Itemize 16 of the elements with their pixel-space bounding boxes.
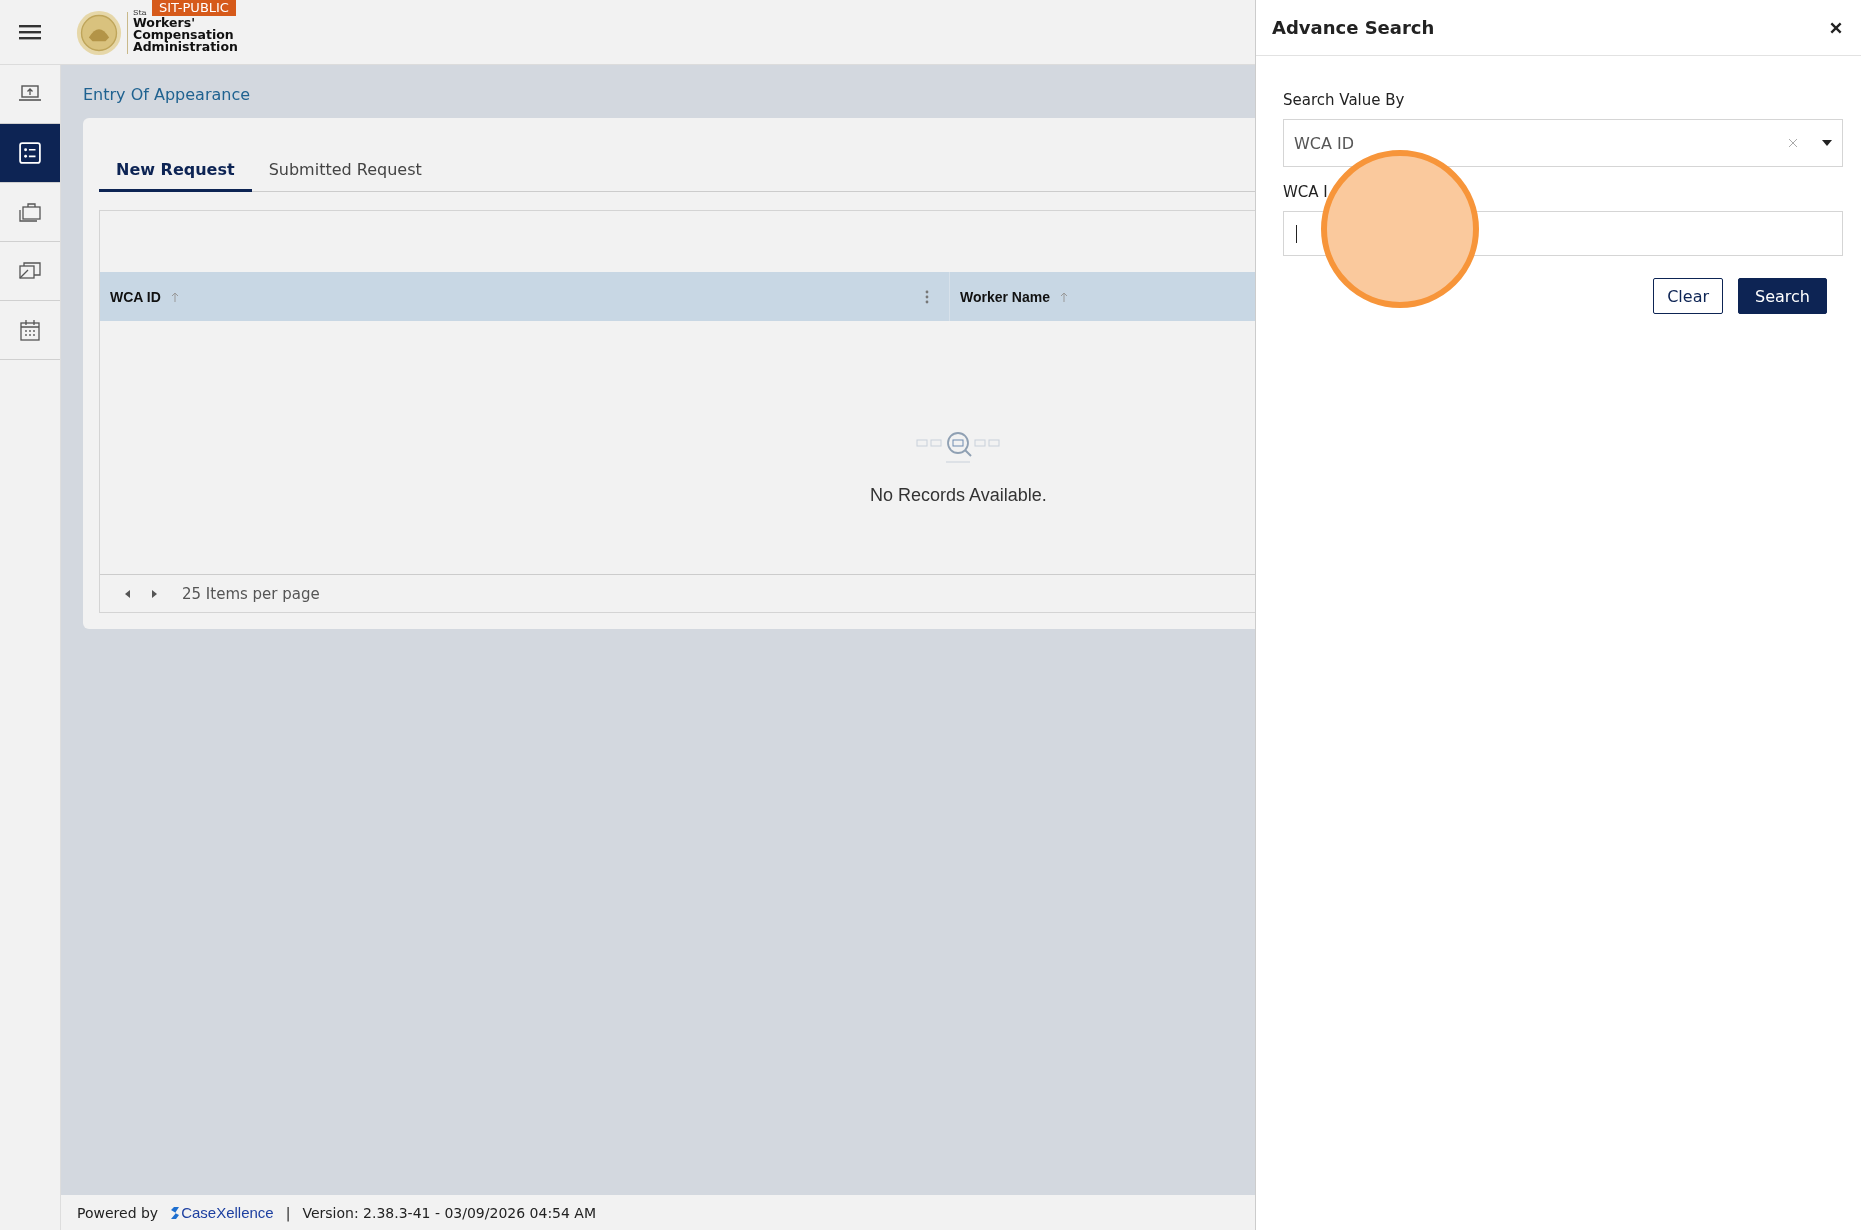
panel-title: Advance Search bbox=[1272, 17, 1435, 38]
logo-text: Compensation bbox=[133, 28, 234, 41]
logo-text: Workers' bbox=[133, 16, 195, 29]
column-title: Worker Name bbox=[960, 288, 1050, 305]
version-text: Version: 2.38.3-41 - 03/09/2026 04:54 AM bbox=[302, 1204, 597, 1221]
column-title: WCA ID bbox=[110, 288, 161, 305]
logo-text: Administration bbox=[133, 40, 238, 53]
logo-caption: Sta bbox=[133, 7, 147, 17]
separator-text: | bbox=[285, 1204, 291, 1221]
environment-badge: SIT-PUBLIC bbox=[152, 0, 236, 16]
field-label: WCA I bbox=[1283, 183, 1329, 201]
powered-by-text: Powered by bbox=[77, 1204, 159, 1221]
brand-text: CaseXellence bbox=[181, 1204, 274, 1221]
empty-message: No Records Available. bbox=[870, 485, 1047, 506]
page-size-text: 25 Items per page bbox=[182, 584, 320, 603]
field-label: Search Value By bbox=[1283, 91, 1406, 109]
